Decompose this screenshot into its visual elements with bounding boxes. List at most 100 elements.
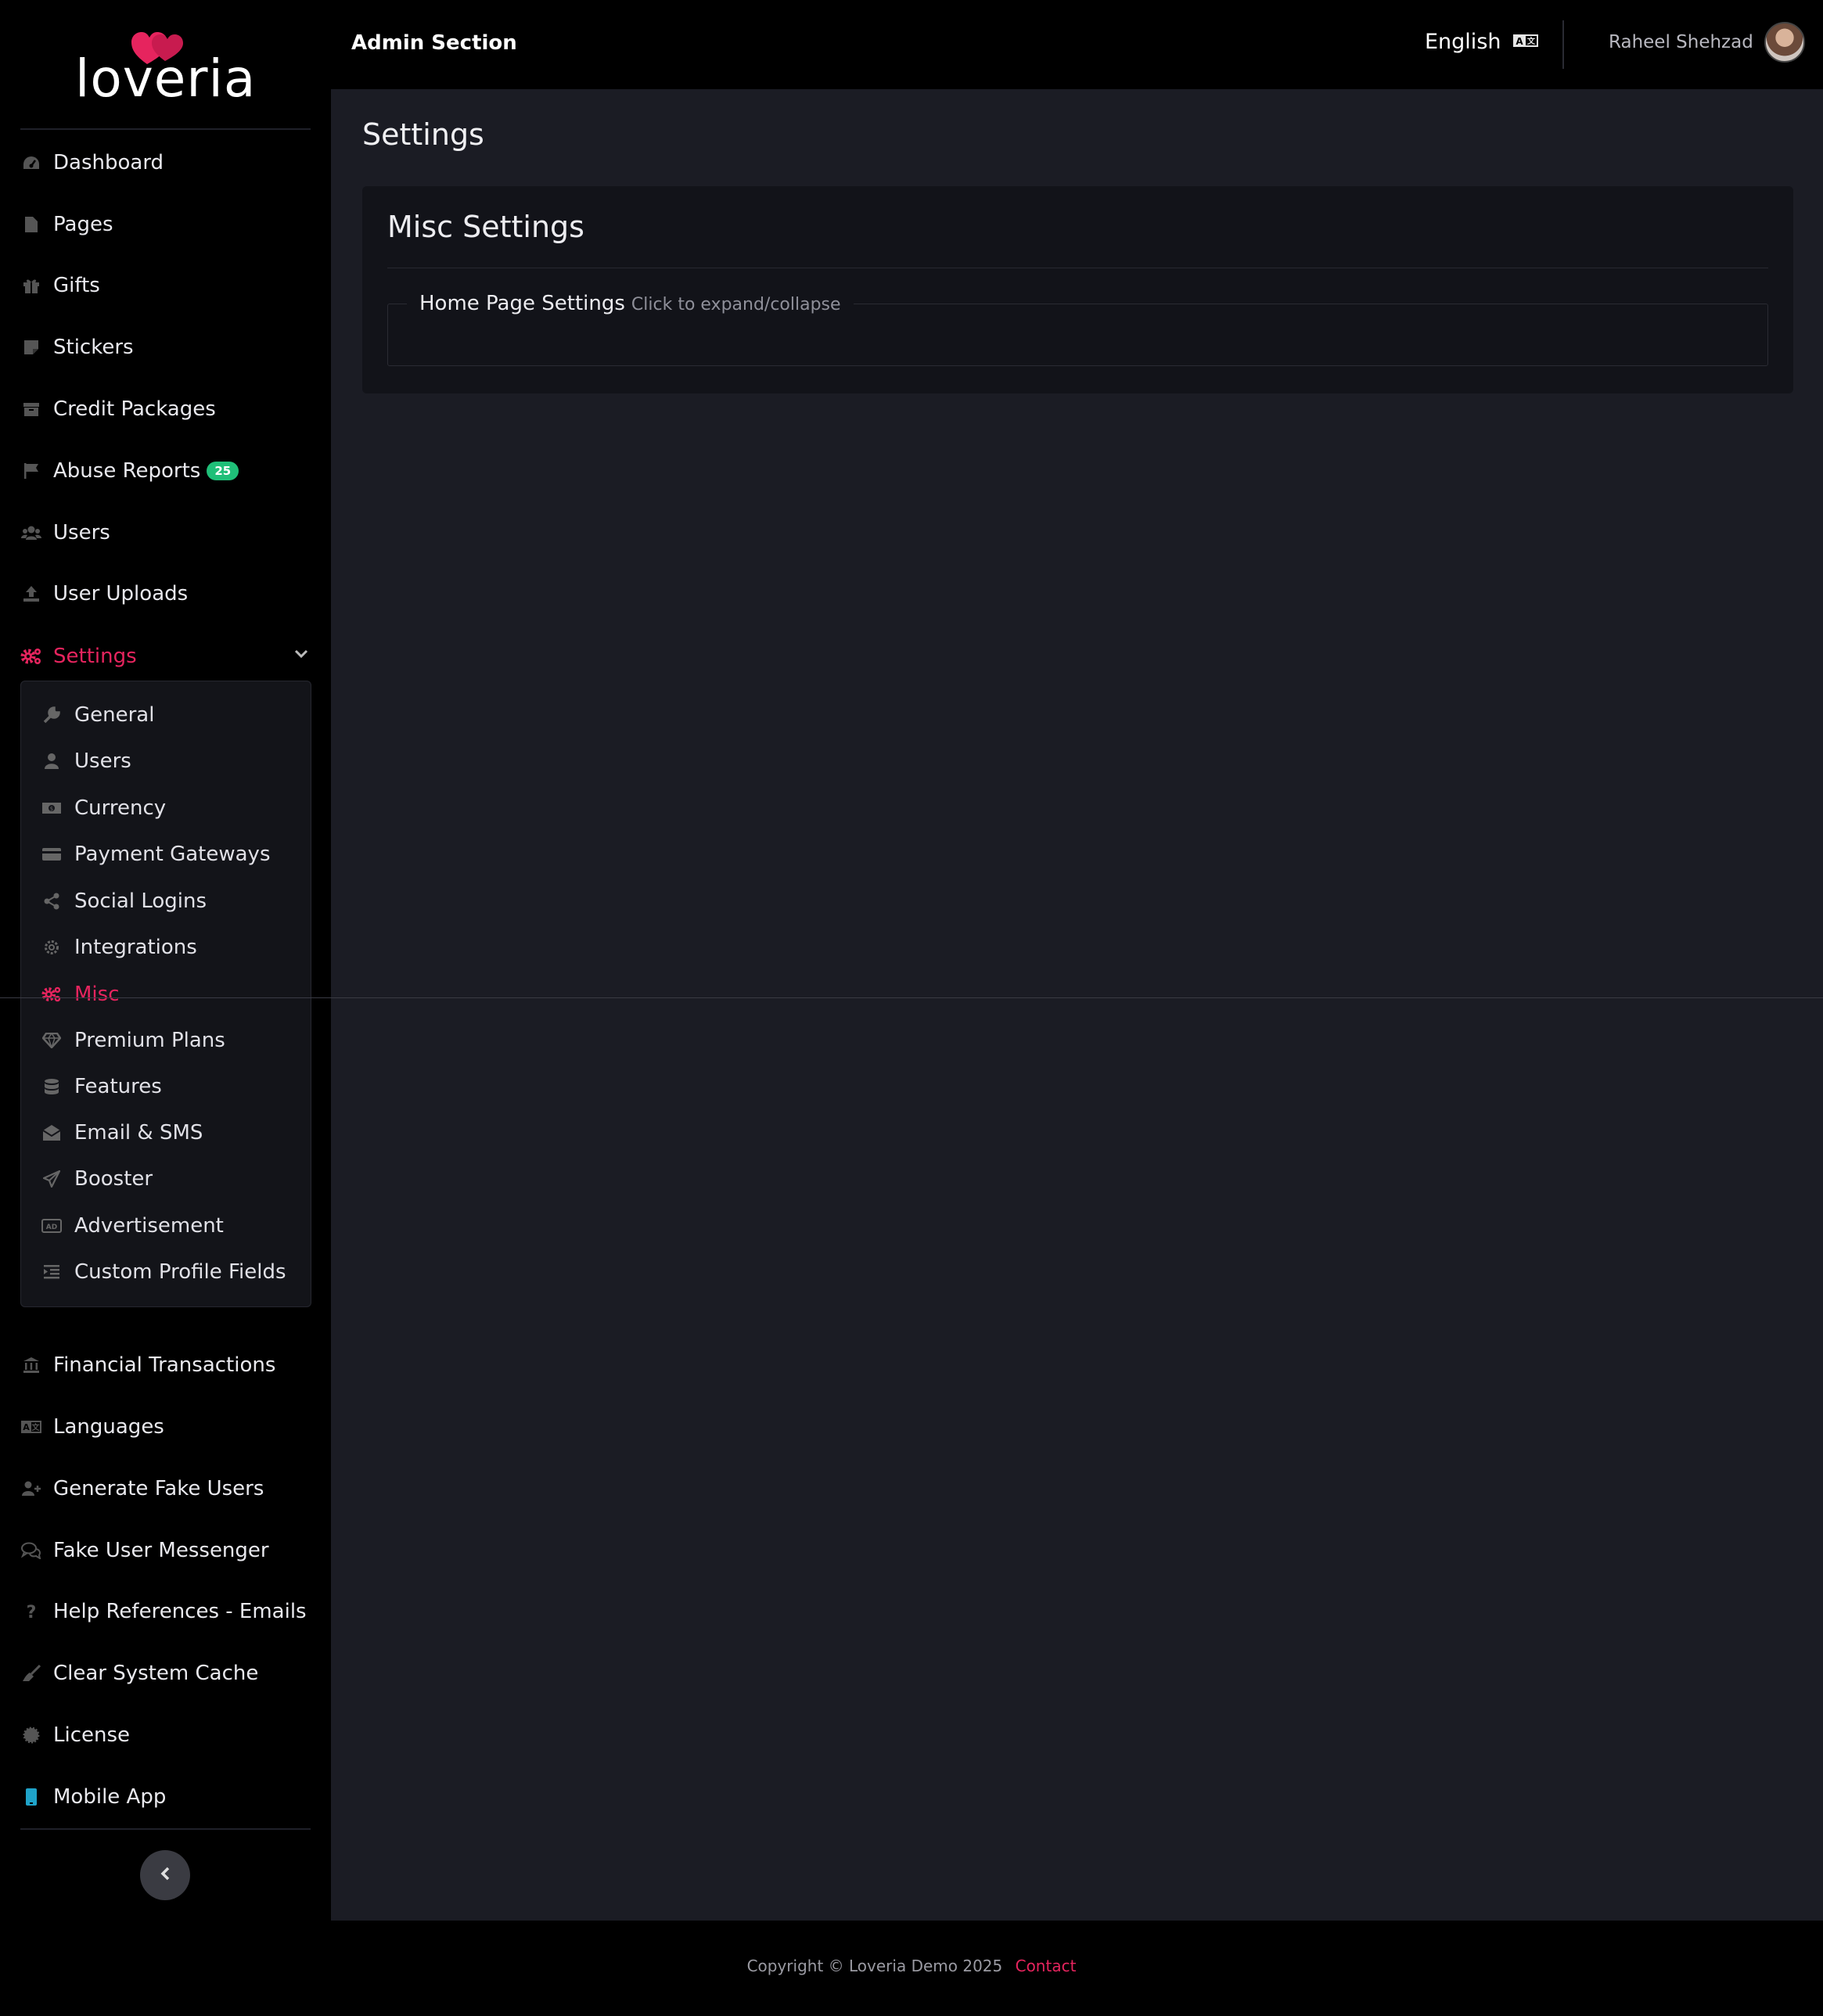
sidebar-item-help-references-emails[interactable]: ? Help References - Emails bbox=[20, 1588, 311, 1635]
topbar-separator bbox=[1562, 20, 1564, 69]
user-menu[interactable]: Raheel Shehzad bbox=[1609, 22, 1805, 63]
broom-icon bbox=[20, 1662, 42, 1684]
user-name: Raheel Shehzad bbox=[1609, 32, 1753, 52]
sidebar-item-abuse-reports[interactable]: Abuse Reports 25 bbox=[20, 447, 311, 494]
horizontal-rule bbox=[0, 997, 1823, 998]
sidebar-item-label: License bbox=[53, 1723, 131, 1747]
database-icon bbox=[41, 1076, 62, 1097]
sidebar-item-label: Credit Packages bbox=[53, 397, 216, 421]
sidebar-item-user-uploads[interactable]: User Uploads bbox=[20, 570, 311, 617]
svg-text:A: A bbox=[1516, 36, 1523, 47]
sidebar-item-label: Generate Fake Users bbox=[53, 1477, 264, 1500]
submenu-item-currency[interactable]: $ Currency bbox=[41, 789, 300, 828]
submenu-item-label: Premium Plans bbox=[74, 1029, 225, 1052]
bank-icon bbox=[20, 1354, 42, 1376]
sidebar-item-label: Fake User Messenger bbox=[53, 1539, 269, 1562]
svg-text:?: ? bbox=[27, 1603, 37, 1620]
submenu-item-misc[interactable]: Misc bbox=[41, 975, 300, 1014]
sidebar-item-settings[interactable]: Settings bbox=[20, 633, 311, 680]
box-icon bbox=[20, 398, 42, 420]
logo-text: loveria bbox=[75, 49, 257, 109]
submenu-item-label: Custom Profile Fields bbox=[74, 1260, 286, 1284]
contact-link[interactable]: Contact bbox=[1016, 1957, 1077, 1975]
sidebar-item-license[interactable]: License bbox=[20, 1712, 311, 1759]
sidebar-item-label: Settings bbox=[53, 645, 137, 668]
home-page-settings-section[interactable]: Home Page Settings Click to expand/colla… bbox=[387, 292, 1768, 366]
sidebar-item-label: Help References - Emails bbox=[53, 1600, 307, 1623]
upload-icon bbox=[20, 583, 42, 605]
avatar bbox=[1764, 22, 1805, 63]
submenu-item-email-sms[interactable]: Email & SMS bbox=[41, 1113, 300, 1152]
abuse-reports-count-badge: 25 bbox=[207, 462, 239, 480]
sticker-icon bbox=[20, 336, 42, 358]
submenu-item-label: Advertisement bbox=[74, 1214, 224, 1238]
certificate-icon bbox=[20, 1724, 42, 1746]
mobile-icon bbox=[20, 1786, 42, 1808]
sidebar-item-credit-packages[interactable]: Credit Packages bbox=[20, 386, 311, 433]
submenu-item-label: Email & SMS bbox=[74, 1121, 203, 1145]
sidebar-item-pages[interactable]: Pages bbox=[20, 201, 311, 248]
cogs-icon bbox=[41, 984, 62, 1004]
svg-text:A: A bbox=[23, 1422, 30, 1432]
envelope-icon bbox=[41, 1123, 62, 1143]
sidebar-item-label: Mobile App bbox=[53, 1785, 167, 1809]
sidebar-divider bbox=[20, 1828, 311, 1830]
section-legend[interactable]: Home Page Settings Click to expand/colla… bbox=[407, 292, 854, 315]
submenu-item-label: General bbox=[74, 703, 155, 727]
footer: Copyright © Loveria Demo 2025 Contact bbox=[0, 1921, 1823, 2016]
sidebar-item-fake-user-messenger[interactable]: Fake User Messenger bbox=[20, 1527, 311, 1574]
section-hint: Click to expand/collapse bbox=[631, 295, 841, 314]
submenu-item-payment-gateways[interactable]: Payment Gateways bbox=[41, 835, 300, 874]
submenu-item-users[interactable]: Users bbox=[41, 742, 300, 781]
submenu-item-label: Features bbox=[74, 1075, 162, 1098]
share-icon bbox=[41, 891, 62, 911]
question-icon: ? bbox=[20, 1601, 42, 1623]
submenu-item-general[interactable]: General bbox=[41, 695, 300, 735]
sidebar-item-label: Stickers bbox=[53, 336, 134, 359]
sidebar-item-mobile-app[interactable]: Mobile App bbox=[20, 1773, 311, 1820]
main-content: Settings Misc Settings Home Page Setting… bbox=[331, 89, 1823, 1921]
sidebar-item-stickers[interactable]: Stickers bbox=[20, 324, 311, 371]
sidebar-divider bbox=[20, 128, 311, 130]
sidebar: loveria Dashboard Pages Gifts Stickers C… bbox=[0, 0, 331, 1921]
copyright-text: Copyright © Loveria Demo 2025 bbox=[746, 1957, 1003, 1975]
list-indent-icon bbox=[41, 1262, 62, 1282]
language-icon: A文 bbox=[1512, 33, 1539, 52]
user-icon bbox=[41, 751, 62, 771]
submenu-item-label: Users bbox=[74, 749, 131, 773]
submenu-item-label: Booster bbox=[74, 1167, 153, 1191]
gear-icon bbox=[41, 937, 62, 958]
collapse-sidebar-button[interactable] bbox=[140, 1850, 190, 1900]
sidebar-item-dashboard[interactable]: Dashboard bbox=[20, 139, 311, 186]
submenu-item-social-logins[interactable]: Social Logins bbox=[41, 882, 300, 921]
chevron-left-icon bbox=[160, 1866, 171, 1885]
page-icon bbox=[20, 214, 42, 235]
submenu-item-premium-plans[interactable]: Premium Plans bbox=[41, 1021, 300, 1060]
section-title: Home Page Settings bbox=[419, 292, 625, 315]
ad-icon: AD bbox=[41, 1216, 62, 1236]
sidebar-item-label: Financial Transactions bbox=[53, 1353, 276, 1377]
submenu-item-advertisement[interactable]: AD Advertisement bbox=[41, 1206, 300, 1245]
sidebar-item-languages[interactable]: A文 Languages bbox=[20, 1403, 311, 1450]
misc-settings-card: Misc Settings Home Page Settings Click t… bbox=[362, 186, 1793, 393]
sidebar-item-clear-system-cache[interactable]: Clear System Cache bbox=[20, 1650, 311, 1697]
sidebar-item-financial-transactions[interactable]: Financial Transactions bbox=[20, 1342, 311, 1389]
sidebar-item-users[interactable]: Users bbox=[20, 509, 311, 556]
submenu-item-label: Currency bbox=[74, 796, 167, 820]
card-title: Misc Settings bbox=[387, 210, 584, 244]
sidebar-item-gifts[interactable]: Gifts bbox=[20, 262, 311, 309]
user-plus-icon bbox=[20, 1478, 42, 1500]
submenu-item-custom-profile-fields[interactable]: Custom Profile Fields bbox=[41, 1252, 300, 1292]
sidebar-item-label: Abuse Reports bbox=[53, 459, 201, 483]
submenu-item-integrations[interactable]: Integrations bbox=[41, 928, 300, 967]
wrench-icon bbox=[41, 705, 62, 725]
logo[interactable]: loveria bbox=[75, 31, 255, 110]
language-selector[interactable]: English A文 bbox=[1425, 30, 1539, 54]
submenu-item-label: Social Logins bbox=[74, 889, 207, 913]
submenu-item-features[interactable]: Features bbox=[41, 1067, 300, 1106]
comments-icon bbox=[20, 1540, 42, 1561]
sidebar-item-generate-fake-users[interactable]: Generate Fake Users bbox=[20, 1465, 311, 1512]
users-icon bbox=[20, 522, 42, 544]
svg-text:$: $ bbox=[50, 806, 53, 812]
submenu-item-booster[interactable]: Booster bbox=[41, 1159, 300, 1198]
